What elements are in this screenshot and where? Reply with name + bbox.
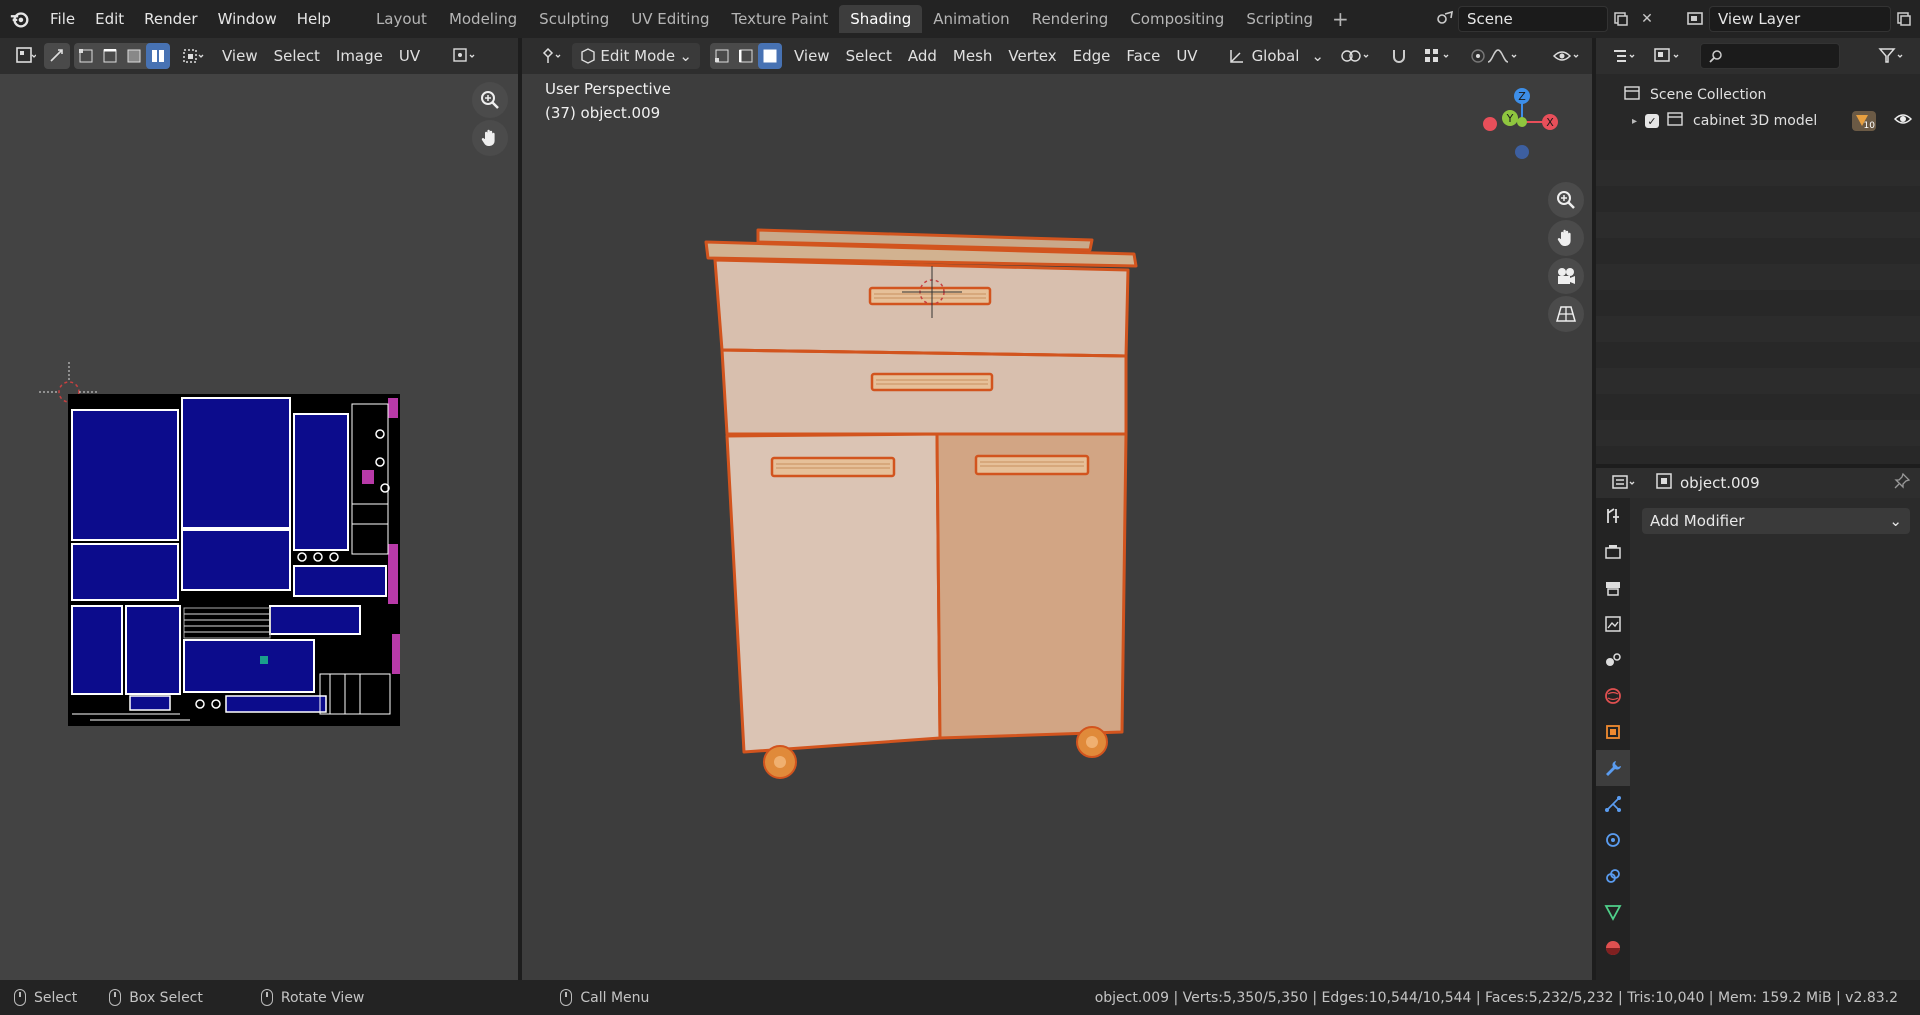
exclude-checkbox[interactable]: ✓ [1645, 114, 1660, 128]
new-view-layer-icon[interactable] [1891, 6, 1917, 32]
properties-object-name: object.009 [1680, 474, 1760, 492]
outliner-panel: Scene Collection ▸ ✓ cabinet 3D model 10 [1596, 38, 1920, 464]
world-tab-icon[interactable] [1596, 678, 1630, 714]
add-workspace-button[interactable]: + [1324, 7, 1357, 31]
tab-texture-paint[interactable]: Texture Paint [720, 5, 839, 33]
scene-field[interactable]: Scene [1458, 6, 1608, 32]
properties-editor-type-icon[interactable] [1604, 470, 1646, 496]
outliner-header [1596, 38, 1920, 74]
tab-compositing[interactable]: Compositing [1119, 5, 1235, 33]
properties-header: object.009 [1596, 468, 1920, 498]
status-box-select: Box Select [109, 989, 203, 1006]
pin-icon[interactable] [1894, 472, 1911, 493]
search-icon [1709, 50, 1722, 63]
particles-tab-icon[interactable] [1596, 786, 1630, 822]
status-rotate-view: Rotate View [260, 989, 364, 1006]
display-mode-icon[interactable] [1646, 43, 1690, 69]
mouse-middle-icon [260, 989, 273, 1006]
menu-file[interactable]: File [40, 5, 85, 33]
3d-viewport: Edit Mode ⌄ View Select Add Mesh Vertex … [522, 38, 1592, 980]
tab-sculpting[interactable]: Sculpting [528, 5, 620, 33]
tab-shading[interactable]: Shading [839, 5, 923, 33]
scene-statistics: object.009 | Verts:5,350/5,350 | Edges:1… [1094, 989, 1898, 1006]
view-layer-selector: View Layer ✕ [1683, 6, 1920, 32]
uv-menu-select[interactable]: Select [266, 43, 328, 69]
uv-select-mode-group [74, 43, 170, 69]
uv-editor-panel: View Select Image UV [0, 38, 518, 980]
expand-arrow-icon[interactable]: ▸ [1632, 116, 1637, 127]
new-scene-icon[interactable] [1608, 6, 1634, 32]
uv-layout-image [68, 394, 400, 726]
island-select-icon[interactable] [146, 43, 170, 69]
scene-icon[interactable] [1432, 6, 1458, 32]
status-bar: Select Box Select Rotate View Call Menu … [0, 980, 1920, 1015]
scene-collection-row[interactable]: Scene Collection [1596, 82, 1920, 108]
filter-icon[interactable] [1870, 43, 1914, 69]
mouse-right-icon [560, 989, 573, 1006]
add-modifier-label: Add Modifier [1650, 512, 1745, 530]
add-modifier-dropdown[interactable]: Add Modifier ⌄ [1642, 508, 1910, 534]
delete-scene-icon[interactable]: ✕ [1634, 6, 1660, 32]
view-layer-field[interactable]: View Layer [1709, 6, 1891, 32]
modifier-tab-icon[interactable] [1596, 750, 1630, 786]
menu-edit[interactable]: Edit [85, 5, 134, 33]
editor-type-icon[interactable] [8, 43, 44, 69]
mouse-left-icon [14, 989, 26, 1006]
workspace-tabs: Layout Modeling Sculpting UV Editing Tex… [365, 0, 1357, 38]
scene-collection-label: Scene Collection [1650, 87, 1767, 103]
constraints-tab-icon[interactable] [1596, 858, 1630, 894]
pivot-point-icon[interactable] [444, 43, 486, 69]
tab-rendering[interactable]: Rendering [1021, 5, 1120, 33]
top-bar: File Edit Render Window Help Layout Mode… [0, 0, 1920, 38]
uv-menu-view[interactable]: View [214, 43, 266, 69]
properties-tab-column [1596, 498, 1630, 980]
tab-animation[interactable]: Animation [922, 5, 1020, 33]
mouse-drag-icon [109, 989, 122, 1006]
tab-modeling[interactable]: Modeling [438, 5, 528, 33]
blender-logo-icon[interactable] [0, 8, 40, 30]
uv-menu-image[interactable]: Image [328, 43, 391, 69]
uv-sync-icon[interactable] [44, 43, 70, 69]
tab-uv-editing[interactable]: UV Editing [620, 5, 720, 33]
status-call-menu: Call Menu [560, 989, 649, 1006]
face-select-icon[interactable] [122, 43, 146, 69]
edge-select-icon[interactable] [98, 43, 122, 69]
sticky-selection-icon[interactable] [174, 43, 214, 69]
cabinet-model[interactable] [522, 38, 1592, 980]
properties-panel: object.009 Add Modifier ⌄ [1596, 468, 1920, 980]
tool-tab-icon[interactable] [1596, 498, 1630, 534]
eye-icon[interactable] [1893, 112, 1913, 130]
outliner-item-cabinet[interactable]: ▸ ✓ cabinet 3D model 10 [1596, 108, 1920, 134]
collection-icon [1624, 86, 1640, 104]
scene-tab-icon[interactable] [1596, 642, 1630, 678]
outliner-editor-type-icon[interactable] [1604, 43, 1646, 69]
output-tab-icon[interactable] [1596, 570, 1630, 606]
menu-render[interactable]: Render [134, 5, 207, 33]
material-tab-icon[interactable] [1596, 930, 1630, 966]
uv-menu-uv[interactable]: UV [391, 43, 428, 69]
view-layer-tab-icon[interactable] [1596, 606, 1630, 642]
tab-scripting[interactable]: Scripting [1235, 5, 1324, 33]
data-tab-icon[interactable] [1596, 894, 1630, 930]
uv-canvas[interactable] [0, 74, 518, 980]
status-select: Select [14, 989, 77, 1006]
menu-help[interactable]: Help [287, 5, 341, 33]
object-tab-icon[interactable] [1596, 714, 1630, 750]
collection-icon [1667, 112, 1683, 130]
scene-selector: Scene ✕ [1432, 6, 1660, 32]
view-layer-icon[interactable] [1683, 6, 1709, 32]
outliner-empty-rows [1596, 134, 1920, 464]
physics-tab-icon[interactable] [1596, 822, 1630, 858]
outliner-item-label: cabinet 3D model [1693, 113, 1818, 129]
render-tab-icon[interactable] [1596, 534, 1630, 570]
object-icon [1656, 473, 1672, 493]
outliner-search-input[interactable] [1700, 43, 1840, 69]
tab-layout[interactable]: Layout [365, 5, 438, 33]
mesh-count-badge[interactable]: 10 [1852, 111, 1876, 131]
chevron-down-icon: ⌄ [1889, 512, 1902, 530]
vertex-select-icon[interactable] [74, 43, 98, 69]
uv-editor-header: View Select Image UV [0, 38, 518, 74]
menu-window[interactable]: Window [208, 5, 287, 33]
